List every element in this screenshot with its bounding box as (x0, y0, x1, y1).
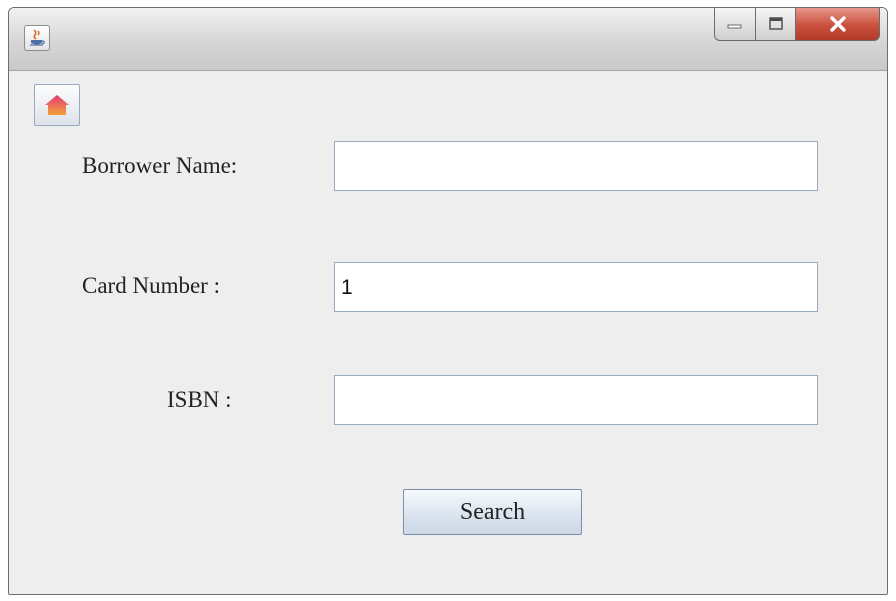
borrower-name-field[interactable] (334, 141, 818, 191)
isbn-field[interactable] (334, 375, 818, 425)
title-bar[interactable] (9, 8, 887, 71)
window-controls (714, 8, 880, 42)
maximize-button[interactable] (756, 8, 796, 41)
java-app-icon[interactable] (24, 25, 50, 51)
card-number-field[interactable]: 1 (334, 262, 818, 312)
home-button[interactable] (34, 84, 80, 126)
minimize-button[interactable] (714, 8, 756, 41)
close-icon (829, 16, 846, 32)
borrower-name-label: Borrower Name: (82, 153, 238, 178)
close-button[interactable] (796, 8, 880, 41)
minimize-icon (727, 24, 742, 29)
card-number-label: Card Number : (82, 273, 220, 298)
home-icon (45, 95, 69, 115)
maximize-icon (768, 17, 783, 30)
isbn-label: ISBN : (167, 387, 232, 412)
app-window: Borrower Name: Card Number : 1 ISBN : Se… (8, 7, 888, 595)
search-button[interactable]: Search (403, 489, 582, 535)
